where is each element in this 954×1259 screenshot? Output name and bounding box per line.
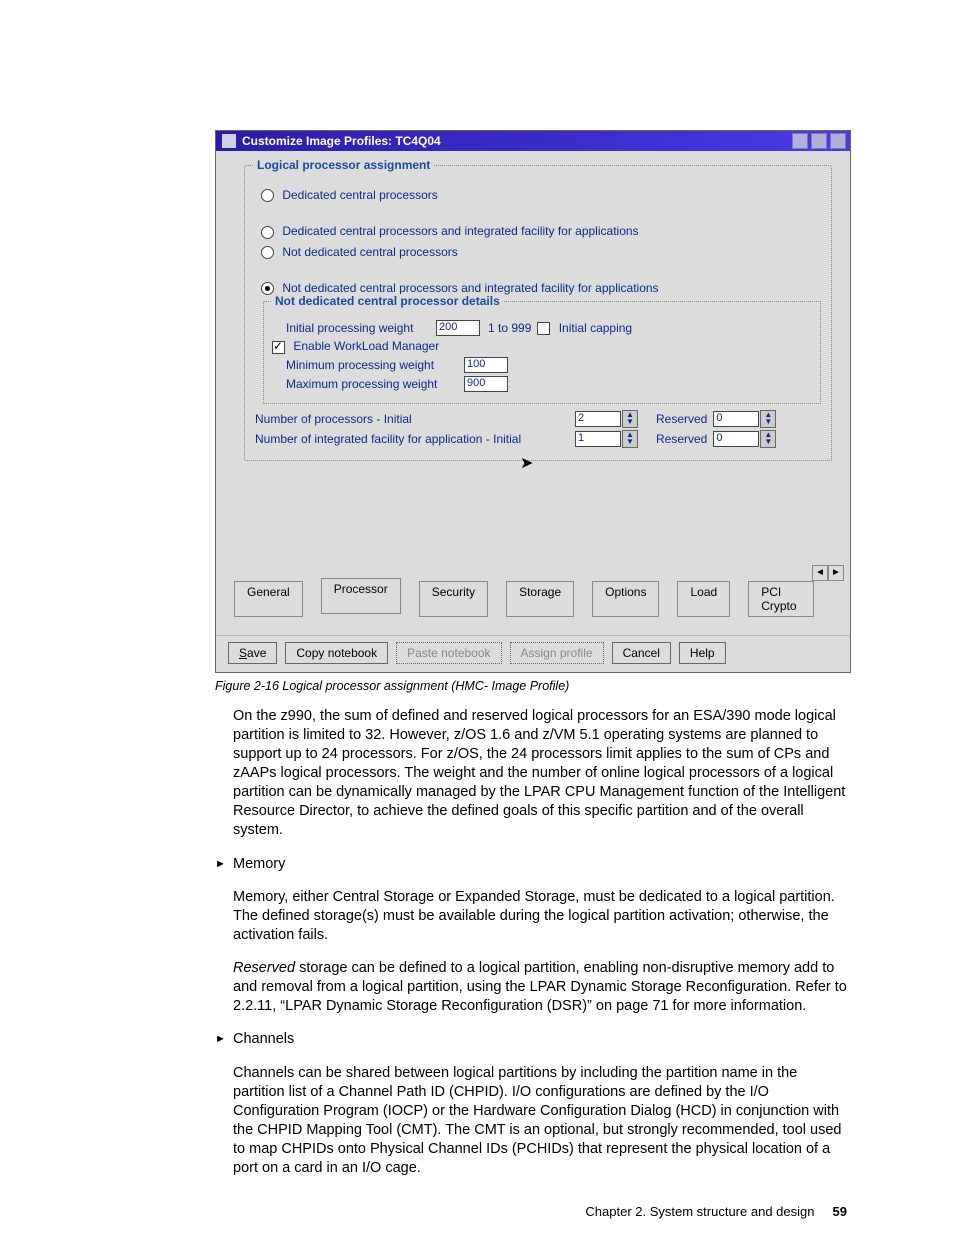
tab-processor[interactable]: Processor (321, 578, 401, 614)
paragraph: Memory, either Central Storage or Expand… (233, 888, 849, 945)
max-weight-label: Maximum processing weight (286, 377, 464, 391)
nav-next-button[interactable]: ► (828, 565, 844, 581)
bullet-icon: ► (215, 1030, 233, 1045)
reserved-label: Reserved (656, 432, 707, 446)
spinner-buttons-icon: ▲▼ (622, 410, 638, 428)
tab-storage[interactable]: Storage (506, 581, 574, 617)
spinner-buttons-icon: ▲▼ (760, 430, 776, 448)
paragraph: Reserved storage can be defined to a log… (233, 959, 849, 1016)
num-ifa-label: Number of integrated facility for applic… (255, 432, 575, 446)
cancel-button[interactable]: Cancel (612, 642, 671, 664)
save-button[interactable]: Save (228, 642, 277, 664)
page-footer: Chapter 2. System structure and design 5… (215, 1204, 849, 1219)
reserved-ifa-input[interactable]: 0 ▲▼ (713, 430, 776, 448)
bullet-memory: Memory (233, 855, 285, 874)
initial-weight-label: Initial processing weight (286, 321, 436, 335)
checkbox-icon (537, 322, 550, 335)
titlebar: Customize Image Profiles: TC4Q04 (216, 131, 850, 151)
minimize-icon[interactable] (792, 133, 808, 149)
tab-options[interactable]: Options (592, 581, 659, 617)
cursor-icon: ➤ (520, 453, 533, 473)
radio-icon (261, 226, 274, 239)
max-weight-input[interactable]: 900 (464, 376, 508, 392)
assign-profile-button: Assign profile (510, 642, 604, 664)
tab-load[interactable]: Load (677, 581, 730, 617)
num-ifa-input[interactable]: 1 ▲▼ (575, 430, 638, 448)
bullet-channels: Channels (233, 1030, 294, 1049)
subgroup-legend: Not dedicated central processor details (272, 294, 503, 308)
paragraph: Channels can be shared between logical p… (233, 1064, 849, 1179)
radio-dedicated-cp-ifa[interactable]: Dedicated central processors and integra… (261, 224, 821, 238)
radio-icon (261, 246, 274, 259)
num-proc-input[interactable]: 2 ▲▼ (575, 410, 638, 428)
enable-wlm-checkbox[interactable]: Enable WorkLoad Manager (272, 339, 439, 353)
chapter-label: Chapter 2. System structure and design (585, 1204, 814, 1219)
window-title: Customize Image Profiles: TC4Q04 (242, 134, 441, 148)
initial-weight-hint: 1 to 999 (488, 321, 531, 335)
body-text: On the z990, the sum of defined and rese… (215, 707, 849, 1179)
checkbox-icon (272, 341, 285, 354)
paragraph: On the z990, the sum of defined and rese… (233, 707, 849, 841)
tab-bar: General Processor Security Storage Optio… (234, 581, 832, 617)
min-weight-input[interactable]: 100 (464, 357, 508, 373)
bullet-icon: ► (215, 855, 233, 870)
radio-not-dedicated-cp[interactable]: Not dedicated central processors (261, 245, 821, 259)
reserved-label: Reserved (656, 412, 707, 426)
nav-prev-button[interactable]: ◄ (812, 565, 828, 581)
hmc-dialog: Customize Image Profiles: TC4Q04 Logical… (215, 130, 851, 673)
initial-weight-input[interactable]: 200 (436, 320, 480, 336)
copy-notebook-button[interactable]: Copy notebook (285, 642, 388, 664)
radio-not-dedicated-cp-ifa[interactable]: Not dedicated central processors and int… (261, 281, 821, 295)
figure-caption: Figure 2-16 Logical processor assignment… (215, 679, 849, 693)
maximize-icon[interactable] (811, 133, 827, 149)
initial-capping-checkbox[interactable]: Initial capping (537, 321, 632, 335)
spinner-buttons-icon: ▲▼ (622, 430, 638, 448)
reserved-proc-input[interactable]: 0 ▲▼ (713, 410, 776, 428)
window-icon (222, 134, 236, 148)
help-button[interactable]: Help (679, 642, 726, 664)
radio-dedicated-cp[interactable]: Dedicated central processors (261, 188, 821, 202)
min-weight-label: Minimum processing weight (286, 358, 464, 372)
logical-processor-group: Logical processor assignment Dedicated c… (244, 165, 832, 461)
tab-general[interactable]: General (234, 581, 303, 617)
button-row: Save Copy notebook Paste notebook Assign… (216, 635, 850, 672)
close-icon[interactable] (830, 133, 846, 149)
page-number: 59 (833, 1204, 847, 1219)
spinner-buttons-icon: ▲▼ (760, 410, 776, 428)
group-legend: Logical processor assignment (253, 158, 434, 172)
tab-security[interactable]: Security (419, 581, 488, 617)
paste-notebook-button: Paste notebook (396, 642, 501, 664)
tab-pci-crypto[interactable]: PCI Crypto (748, 581, 814, 617)
not-dedicated-details-group: Not dedicated central processor details … (263, 301, 821, 403)
num-proc-label: Number of processors - Initial (255, 412, 575, 426)
radio-icon (261, 189, 274, 202)
